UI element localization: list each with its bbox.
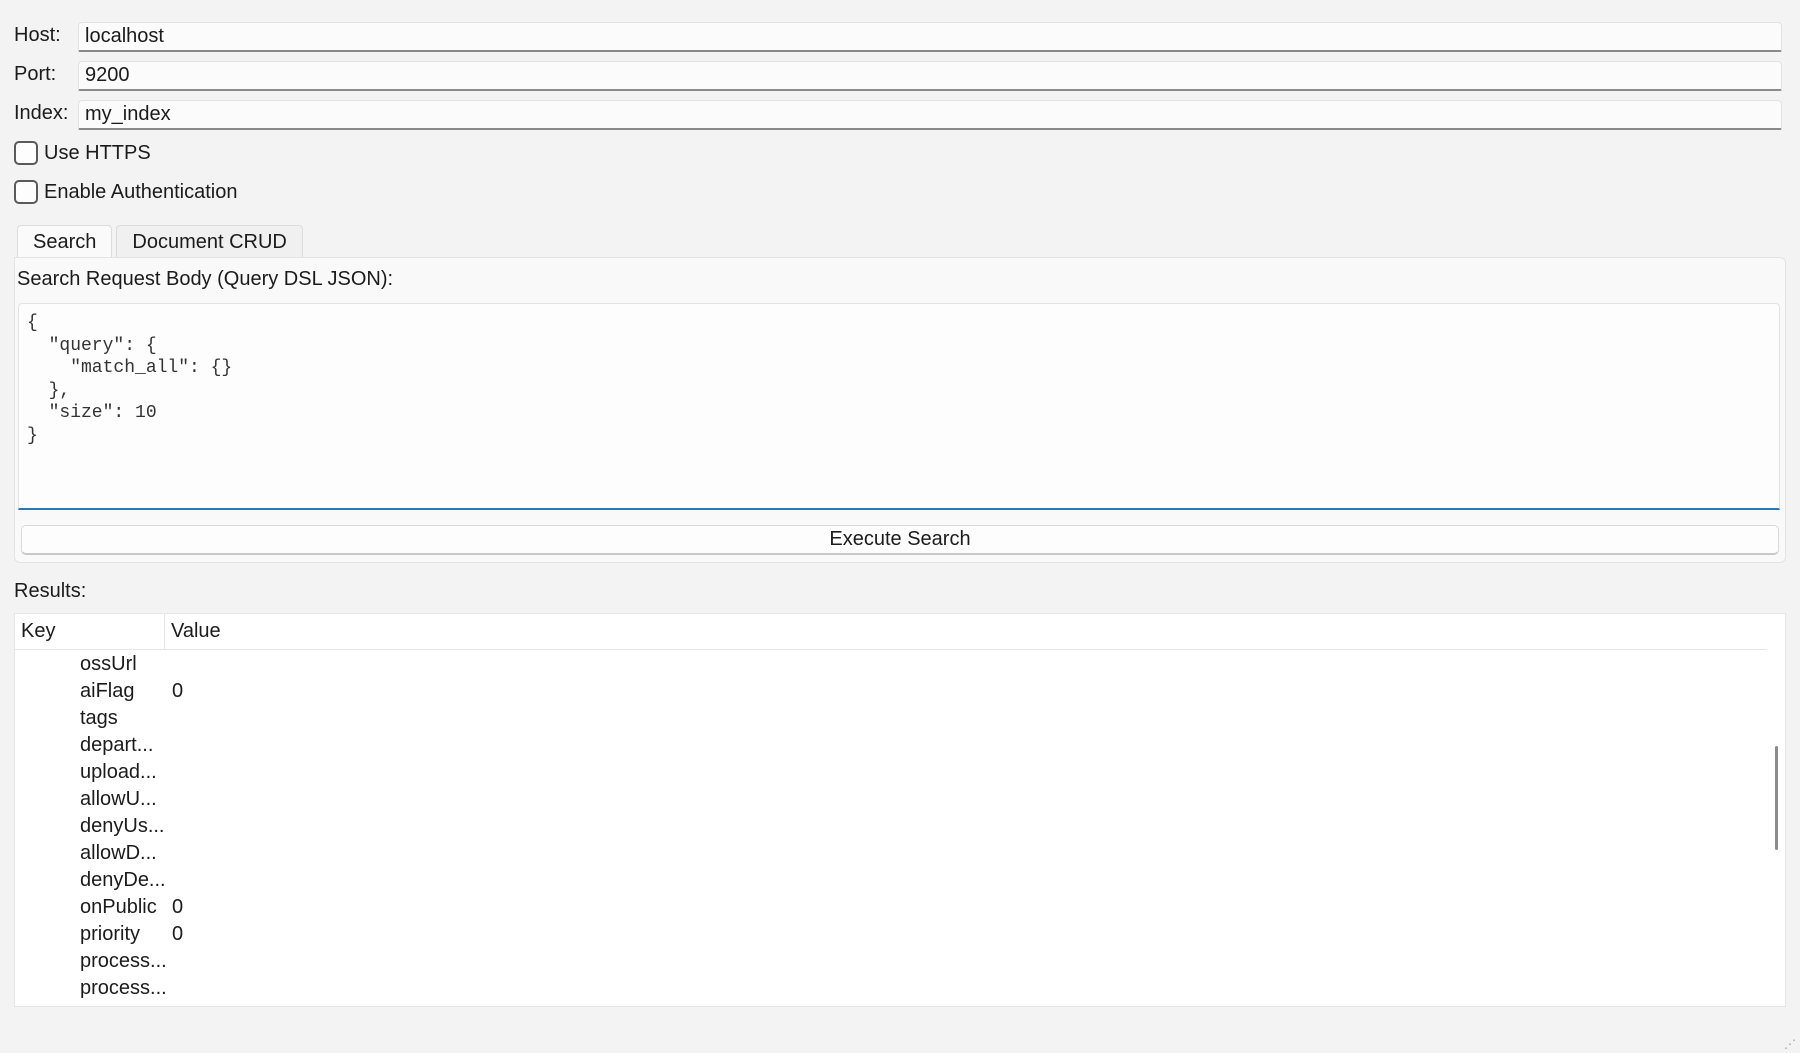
row-key: onPublic <box>80 896 157 918</box>
https-checkbox[interactable] <box>14 141 38 165</box>
auth-option[interactable]: Enable Authentication <box>14 178 238 206</box>
auth-label: Enable Authentication <box>44 180 238 203</box>
index-row: Index: <box>0 98 1800 132</box>
auth-checkbox[interactable] <box>14 180 38 204</box>
row-value <box>165 786 172 813</box>
host-row: Host: <box>0 20 1800 54</box>
https-option[interactable]: Use HTTPS <box>14 139 151 167</box>
table-row[interactable]: aiFlag 0 <box>15 678 1767 705</box>
row-value <box>165 705 172 732</box>
row-key: tags <box>80 707 118 729</box>
row-key: process... <box>80 950 165 972</box>
row-key: ossUrl <box>80 653 137 675</box>
row-value: 0 <box>165 1002 183 1006</box>
row-value <box>165 867 172 894</box>
row-key: denyUs... <box>80 815 165 837</box>
tab-document-crud[interactable]: Document CRUD <box>116 225 303 257</box>
table-row[interactable]: denyDe... <box>15 867 1767 894</box>
row-value <box>165 948 172 975</box>
table-row[interactable]: allowD... <box>15 840 1767 867</box>
row-key: depart... <box>80 734 154 756</box>
resize-grip-icon[interactable]: ⋰ <box>1784 1037 1798 1051</box>
column-header-value[interactable]: Value <box>165 614 227 650</box>
row-value: 0 <box>172 923 184 945</box>
results-label: Results: <box>14 580 87 602</box>
index-label: Index: <box>14 102 69 124</box>
row-key: priority <box>80 923 141 945</box>
row-key: upload... <box>80 761 157 783</box>
table-row[interactable]: 0 <box>15 1002 1767 1006</box>
table-row[interactable]: ossUrl <box>15 651 1767 678</box>
row-value <box>165 813 172 840</box>
row-key <box>15 1002 165 1006</box>
row-value <box>165 759 172 786</box>
table-row[interactable]: allowU... <box>15 786 1767 813</box>
table-row[interactable]: upload... <box>15 759 1767 786</box>
table-row[interactable]: process... <box>15 948 1767 975</box>
host-label: Host: <box>14 24 61 46</box>
row-key: allowD... <box>80 842 157 864</box>
search-panel: Search Request Body (Query DSL JSON): { … <box>14 257 1786 563</box>
results-scrollbar[interactable] <box>1775 746 1778 850</box>
tab-bar: Search Document CRUD <box>17 225 307 257</box>
row-value <box>165 732 172 759</box>
results-body: ossUrl aiFlag 0 tags depart... upload... allow… <box>15 651 1767 1006</box>
row-value: 0 <box>172 896 184 918</box>
execute-search-button[interactable]: Execute Search <box>21 525 1779 555</box>
row-key: aiFlag <box>80 680 135 702</box>
row-key: allowU... <box>80 788 157 810</box>
column-header-key[interactable]: Key <box>15 614 165 650</box>
row-value <box>165 975 172 1002</box>
results-tree[interactable]: Key Value ossUrl aiFlag 0 tags depart... uplo… <box>14 613 1786 1007</box>
table-row[interactable]: priority 0 <box>15 921 1767 948</box>
results-header: Key Value <box>15 614 1767 650</box>
table-row[interactable]: process... <box>15 975 1767 1002</box>
https-label: Use HTTPS <box>44 141 151 164</box>
query-editor[interactable]: { "query": { "match_all": {} }, "size": … <box>18 303 1780 510</box>
tab-search[interactable]: Search <box>17 225 113 257</box>
table-row[interactable]: denyUs... <box>15 813 1767 840</box>
row-key: process... <box>80 977 165 999</box>
row-key: denyDe... <box>80 869 165 891</box>
host-input[interactable] <box>78 22 1782 52</box>
row-value <box>165 840 172 867</box>
row-value: 0 <box>172 680 184 702</box>
index-input[interactable] <box>78 100 1782 130</box>
table-row[interactable]: onPublic 0 <box>15 894 1767 921</box>
table-row[interactable]: depart... <box>15 732 1767 759</box>
port-row: Port: <box>0 59 1800 93</box>
search-body-label: Search Request Body (Query DSL JSON): <box>17 268 394 290</box>
row-value <box>165 651 172 678</box>
table-row[interactable]: tags <box>15 705 1767 732</box>
port-input[interactable] <box>78 61 1782 91</box>
port-label: Port: <box>14 63 57 85</box>
